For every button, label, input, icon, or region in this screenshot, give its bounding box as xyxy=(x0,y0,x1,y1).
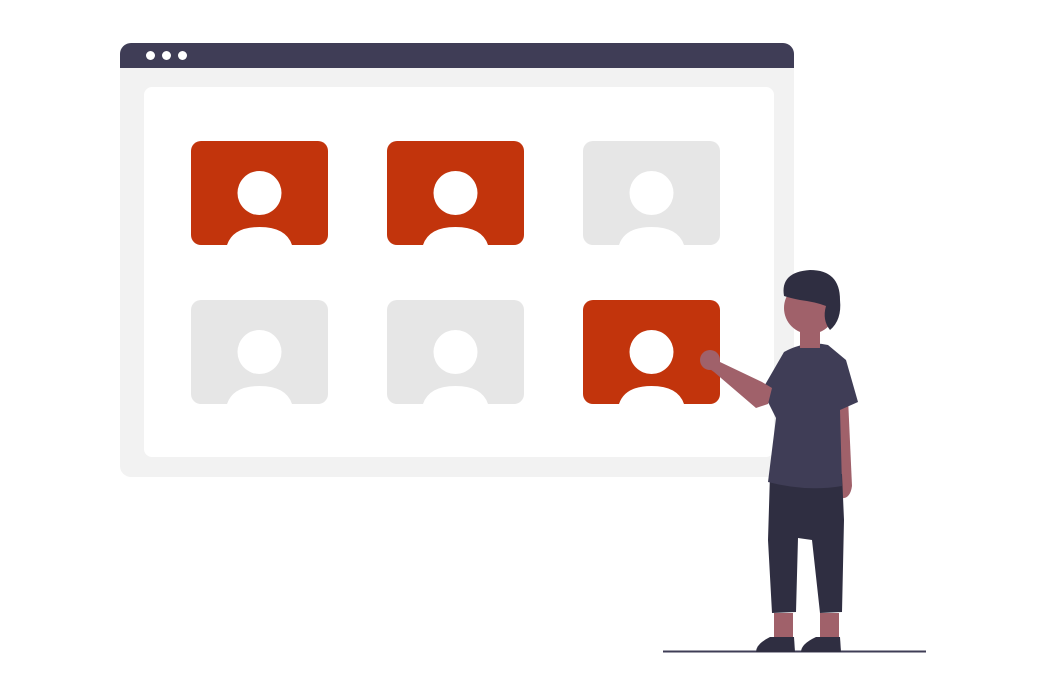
person-shoe-right xyxy=(801,637,841,652)
person-leg-left xyxy=(774,613,793,639)
person-hand xyxy=(700,350,720,370)
person-leg-right xyxy=(820,613,839,639)
person-shoe-left xyxy=(756,637,795,652)
person-illustration xyxy=(663,270,926,653)
illustration-stage xyxy=(0,0,1045,697)
person-pants xyxy=(768,474,844,613)
